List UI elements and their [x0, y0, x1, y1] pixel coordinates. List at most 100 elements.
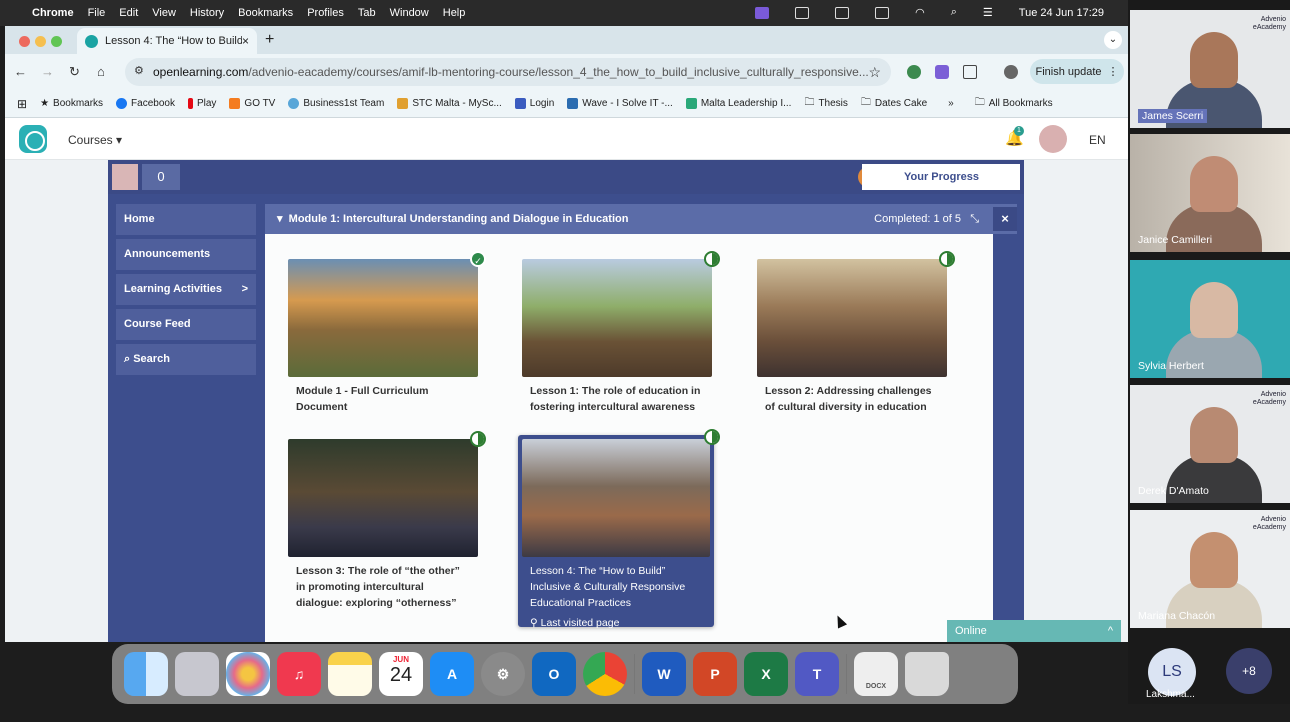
battery-icon[interactable]: [875, 6, 890, 19]
chevron-up-icon[interactable]: ^: [1108, 620, 1113, 642]
menu-view[interactable]: View: [152, 7, 176, 19]
bookmark-star-icon[interactable]: ☆: [868, 64, 881, 81]
profile-avatar-icon[interactable]: [1004, 65, 1018, 79]
finder-icon[interactable]: [124, 652, 168, 696]
close-window-icon[interactable]: [19, 36, 30, 47]
bookmark-item[interactable]: Malta Leadership I...: [685, 98, 791, 109]
menu-window[interactable]: Window: [390, 7, 429, 19]
grammarly-extension-icon[interactable]: [907, 65, 921, 79]
participant-tile[interactable]: Advenio eAcademy James Scerri: [1130, 10, 1290, 128]
word-icon[interactable]: W: [642, 652, 686, 696]
chrome-icon[interactable]: [583, 652, 627, 696]
bookmark-item[interactable]: Business1st Team: [288, 98, 384, 109]
bookmarks-overflow-button[interactable]: »: [948, 98, 954, 109]
powerpoint-icon[interactable]: P: [693, 652, 737, 696]
user-avatar[interactable]: [1039, 125, 1067, 153]
participant-tile[interactable]: Sylvia Herbert: [1130, 260, 1290, 378]
menu-tab[interactable]: Tab: [358, 7, 376, 19]
bookmark-item[interactable]: GO TV: [229, 98, 275, 109]
photos-icon[interactable]: [226, 652, 270, 696]
learner-avatar[interactable]: [112, 164, 138, 190]
extension-icon[interactable]: [935, 65, 949, 79]
sidebar-item-announcements[interactable]: Announcements: [116, 239, 256, 270]
screenshot-icon[interactable]: [835, 6, 850, 19]
teams-icon[interactable]: T: [795, 652, 839, 696]
chevron-right-icon: >: [241, 283, 248, 295]
new-tab-button[interactable]: +: [265, 31, 274, 49]
system-settings-icon[interactable]: ⚙: [481, 652, 525, 696]
language-selector[interactable]: EN: [1089, 133, 1106, 147]
your-progress-button[interactable]: Your Progress: [862, 164, 1020, 190]
tab-close-icon[interactable]: ×: [242, 34, 249, 48]
online-status-bar[interactable]: Online ^: [947, 620, 1121, 642]
menu-profiles[interactable]: Profiles: [307, 7, 344, 19]
lesson-card[interactable]: Lesson 3: The role of “the other” in pro…: [288, 431, 486, 611]
participant-tile[interactable]: Advenio eAcademy Derek D'Amato: [1130, 385, 1290, 503]
card-image: [288, 259, 478, 377]
bookmark-item[interactable]: 🗀 Dates Cake: [861, 95, 927, 112]
site-info-icon[interactable]: ⚙: [134, 64, 144, 77]
participant-name: Mariana Chacón: [1138, 610, 1216, 622]
menu-help[interactable]: Help: [443, 7, 466, 19]
control-center-icon[interactable]: ☰: [983, 6, 993, 19]
lesson-card[interactable]: Lesson 1: The role of education in foste…: [522, 251, 720, 415]
launchpad-icon[interactable]: [175, 652, 219, 696]
forward-icon[interactable]: →: [41, 64, 54, 79]
lesson-card-current[interactable]: Lesson 4: The “How to Build” Inclusive &…: [518, 429, 720, 629]
menu-edit[interactable]: Edit: [119, 7, 138, 19]
bookmark-item[interactable]: Login: [514, 98, 554, 109]
menu-app-name[interactable]: Chrome: [32, 7, 74, 19]
minimize-icon[interactable]: ⤡: [970, 213, 979, 225]
screen-share-icon[interactable]: [755, 6, 770, 19]
minimize-window-icon[interactable]: [35, 36, 46, 47]
puzzle-extensions-icon[interactable]: [963, 65, 977, 79]
participant-tile[interactable]: Advenio eAcademy Mariana Chacón: [1130, 510, 1290, 628]
courses-menu[interactable]: Courses ▾: [68, 133, 122, 147]
menu-file[interactable]: File: [88, 7, 106, 19]
document-icon[interactable]: DOCX: [854, 652, 898, 696]
menu-history[interactable]: History: [190, 7, 224, 19]
sidebar-item-learning-activities[interactable]: Learning Activities >: [116, 274, 256, 305]
module-header[interactable]: ▾ Module 1: Intercultural Understanding …: [265, 204, 1017, 234]
more-options-icon[interactable]: ⋮: [1108, 65, 1119, 78]
all-bookmarks[interactable]: 🗀 All Bookmarks: [975, 95, 1053, 112]
finish-update-button[interactable]: Finish update ⋮: [1030, 59, 1124, 84]
back-icon[interactable]: ←: [14, 64, 27, 79]
excel-icon[interactable]: X: [744, 652, 788, 696]
bookmark-item[interactable]: STC Malta - MySc...: [397, 98, 502, 109]
spotlight-icon[interactable]: ⌕: [951, 6, 957, 19]
outlook-icon[interactable]: O: [532, 652, 576, 696]
reload-icon[interactable]: ↻: [69, 64, 80, 80]
notes-icon[interactable]: [328, 652, 372, 696]
bookmark-item[interactable]: Wave - I Solve IT -...: [567, 98, 673, 109]
trash-icon[interactable]: [905, 652, 949, 696]
wifi-icon[interactable]: ◠: [915, 6, 925, 19]
calendar-icon[interactable]: JUN 24: [379, 652, 423, 696]
bookmark-item[interactable]: ★ Bookmarks: [40, 98, 103, 109]
extension-status-icon[interactable]: [795, 6, 810, 19]
menubar-clock[interactable]: Tue 24 Jun 17:29: [1019, 7, 1104, 19]
bookmark-item[interactable]: Facebook: [116, 98, 175, 109]
openlearning-logo-icon[interactable]: [19, 125, 47, 153]
maximize-window-icon[interactable]: [51, 36, 62, 47]
sidebar-item-course-feed[interactable]: Course Feed: [116, 309, 256, 340]
address-bar[interactable]: ⚙ openlearning.com/advenio-eacademy/cour…: [125, 58, 891, 86]
sidebar-item-home[interactable]: Home: [116, 204, 256, 235]
menu-bookmarks[interactable]: Bookmarks: [238, 7, 293, 19]
tab-strip: Lesson 4: The “How to Build” × + ⌄: [5, 26, 1128, 54]
app-store-icon[interactable]: A: [430, 652, 474, 696]
home-icon[interactable]: ⌂: [97, 64, 105, 79]
close-module-button[interactable]: ×: [993, 207, 1017, 231]
bookmark-item[interactable]: Play: [187, 98, 216, 109]
sidebar-item-search[interactable]: ⌕ Search: [116, 344, 256, 375]
more-participants-button[interactable]: +8: [1226, 648, 1272, 694]
lesson-card[interactable]: Lesson 2: Addressing challenges of cultu…: [757, 251, 955, 415]
participant-tile[interactable]: Janice Camilleri: [1130, 134, 1290, 252]
tab-search-chevron-icon[interactable]: ⌄: [1104, 31, 1122, 49]
bookmark-item[interactable]: 🗀 Thesis: [804, 95, 847, 112]
tab-lesson-4[interactable]: Lesson 4: The “How to Build” ×: [77, 28, 257, 54]
collapse-arrow-icon[interactable]: ▾: [277, 213, 283, 225]
music-icon[interactable]: ♫: [277, 652, 321, 696]
apps-grid-icon[interactable]: ⊞: [17, 97, 27, 111]
lesson-card[interactable]: ✓ Module 1 - Full Curriculum Document: [288, 251, 486, 415]
